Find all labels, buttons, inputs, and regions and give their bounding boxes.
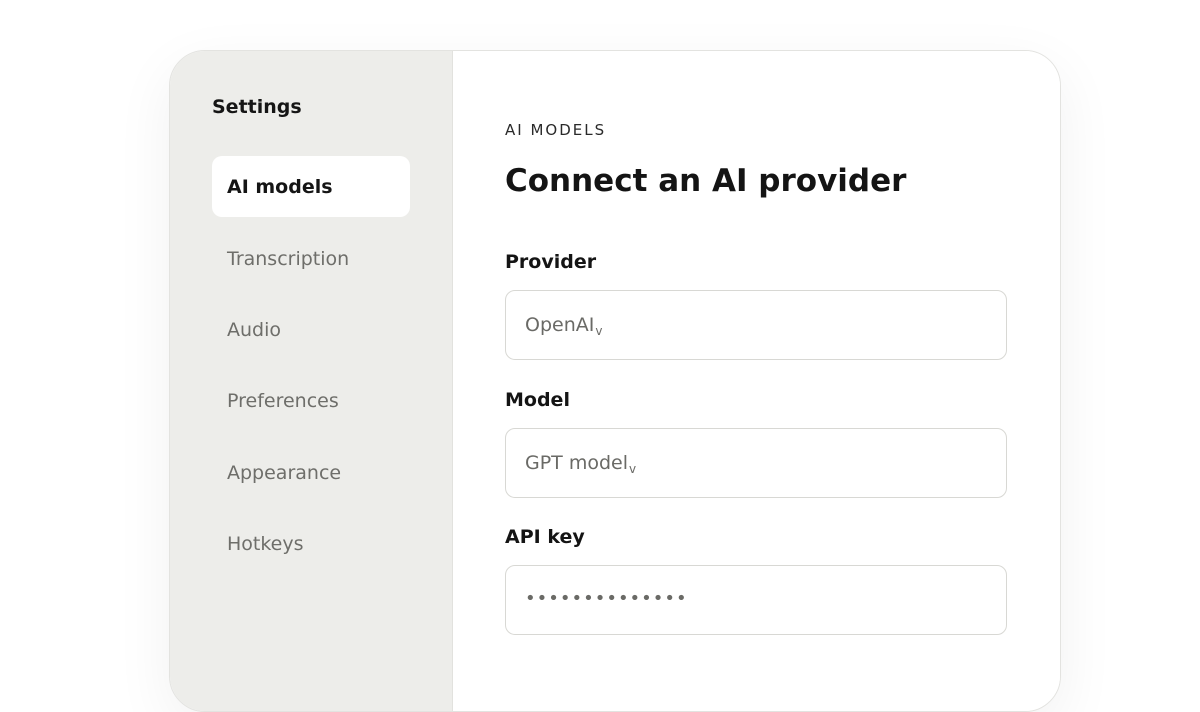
sidebar-item-label: Transcription: [227, 247, 350, 270]
sidebar-item-audio[interactable]: Audio: [212, 299, 410, 360]
settings-sidebar: Settings AI models Transcription Audio P…: [170, 51, 453, 711]
sidebar-item-transcription[interactable]: Transcription: [212, 228, 410, 289]
sidebar-item-label: Audio: [227, 318, 282, 341]
model-select[interactable]: GPT model v: [505, 428, 1007, 498]
sidebar-item-appearance[interactable]: Appearance: [212, 442, 410, 503]
sidebar-item-label: Appearance: [227, 461, 342, 484]
api-key-label: API key: [505, 526, 585, 548]
settings-window: Settings AI models Transcription Audio P…: [169, 50, 1061, 712]
sidebar-item-ai-models[interactable]: AI models: [212, 156, 410, 217]
sidebar-item-label: Preferences: [227, 389, 339, 412]
settings-main-panel: AI MODELS Connect an AI provider Provide…: [453, 51, 1060, 711]
sidebar-item-preferences[interactable]: Preferences: [212, 370, 410, 431]
sidebar-item-label: AI models: [227, 175, 333, 198]
provider-label: Provider: [505, 251, 597, 273]
page-title: Connect an AI provider: [505, 163, 907, 199]
model-label: Model: [505, 389, 570, 411]
api-key-input[interactable]: ••••••••••••••: [505, 565, 1007, 635]
api-key-value: ••••••••••••••: [525, 587, 688, 609]
chevron-down-icon: v: [595, 324, 603, 338]
sidebar-item-label: Hotkeys: [227, 532, 304, 555]
provider-value: OpenAI: [525, 314, 595, 336]
section-eyebrow: AI MODELS: [505, 121, 607, 139]
sidebar-title: Settings: [212, 96, 302, 118]
stage: Settings AI models Transcription Audio P…: [0, 0, 1200, 712]
sidebar-item-hotkeys[interactable]: Hotkeys: [212, 513, 410, 574]
chevron-down-icon: v: [629, 462, 637, 476]
model-value: GPT model: [525, 452, 628, 474]
provider-select[interactable]: OpenAI v: [505, 290, 1007, 360]
